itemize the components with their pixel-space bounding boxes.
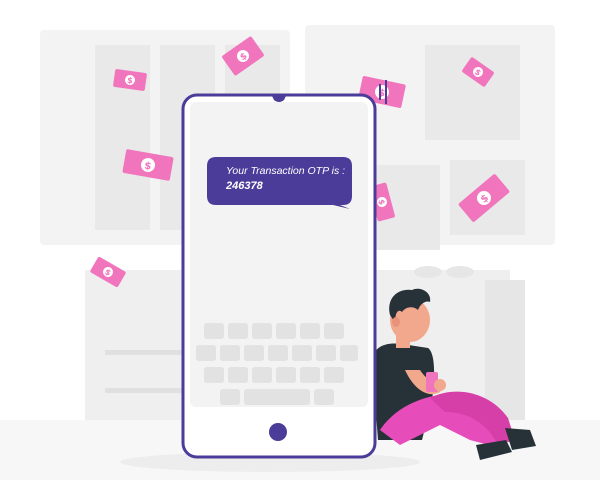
phone-screen — [190, 102, 368, 407]
keyboard-key[interactable] — [276, 367, 296, 383]
keyboard-key[interactable] — [204, 323, 224, 339]
keyboard-key[interactable] — [204, 367, 224, 383]
keyboard-key[interactable] — [244, 345, 264, 361]
drawer-line — [105, 388, 185, 393]
keyboard-key[interactable] — [276, 323, 296, 339]
keyboard-spacebar[interactable] — [244, 389, 310, 405]
keyboard-key[interactable] — [252, 323, 272, 339]
person-ear — [392, 317, 400, 327]
keyboard-key[interactable] — [292, 345, 312, 361]
bowl — [446, 266, 474, 278]
otp-message-text: Your Transaction OTP is : — [226, 165, 345, 177]
otp-code: 246378 — [225, 180, 264, 192]
keyboard-key[interactable] — [220, 345, 240, 361]
keyboard-key[interactable] — [268, 345, 288, 361]
home-button-icon[interactable] — [269, 423, 287, 441]
keyboard-key[interactable] — [324, 367, 344, 383]
person-hand — [434, 379, 446, 391]
otp-message-bubble: Your Transaction OTP is : 246378 — [207, 157, 352, 209]
keyboard-key[interactable] — [196, 345, 216, 361]
keyboard-key[interactable] — [314, 389, 334, 405]
illustration-canvas: $ $ $ $ $ $ $ $ Your Transaction OTP is … — [0, 25, 600, 480]
keyboard-key[interactable] — [220, 389, 240, 405]
smartphone: Your Transaction OTP is : 246378 — [181, 80, 387, 459]
keyboard-key[interactable] — [228, 367, 248, 383]
bowl — [414, 266, 442, 278]
cabinet-side — [485, 280, 525, 420]
keyboard-key[interactable] — [228, 323, 248, 339]
keyboard-key[interactable] — [252, 367, 272, 383]
keyboard-key[interactable] — [324, 323, 344, 339]
keyboard-key[interactable] — [340, 345, 358, 361]
keyboard-key[interactable] — [316, 345, 336, 361]
keyboard-key[interactable] — [300, 367, 320, 383]
keyboard-key[interactable] — [300, 323, 320, 339]
drawer-line — [105, 350, 185, 355]
illustration-scene: $ $ $ $ $ $ $ $ Your Transaction OTP is … — [0, 0, 600, 500]
